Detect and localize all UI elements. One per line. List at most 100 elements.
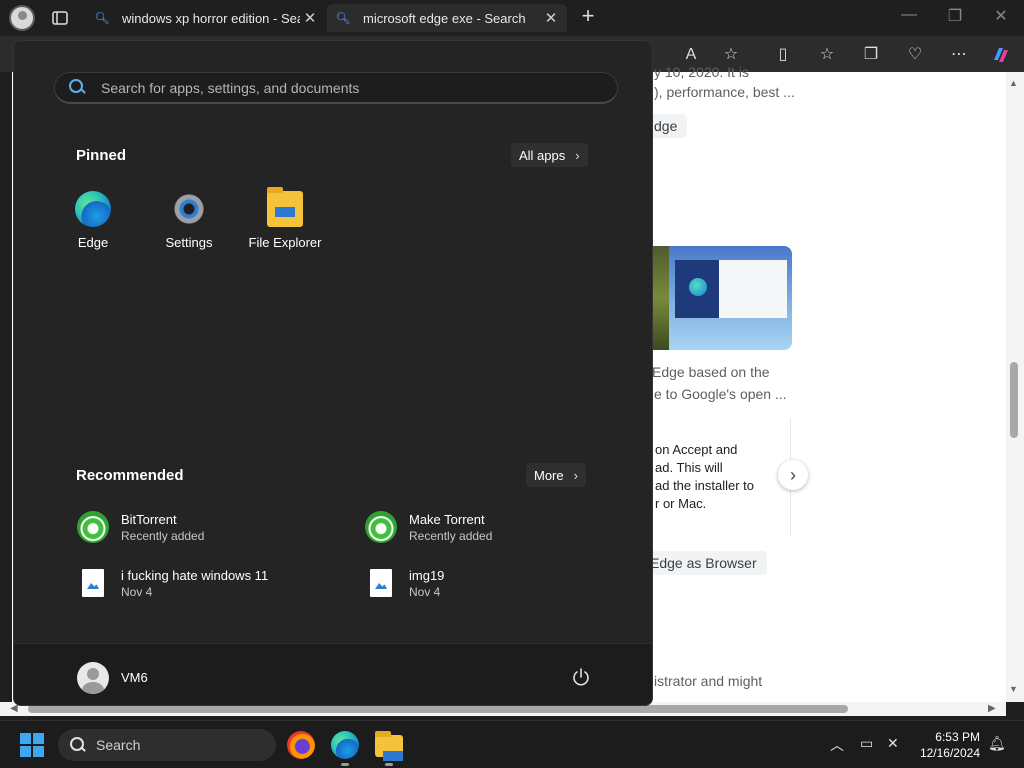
start-search-input[interactable]: Search for apps, settings, and documents: [54, 72, 618, 104]
user-avatar[interactable]: [77, 662, 109, 694]
search-icon: [70, 737, 86, 753]
browser-tab-bar: 🔍︎ windows xp horror edition - Search ✕ …: [0, 0, 1024, 36]
profile-avatar-icon[interactable]: [9, 5, 35, 31]
more-options-icon[interactable]: ⋯: [948, 44, 970, 66]
edge-icon: [331, 731, 359, 759]
pinned-app-label: Settings: [165, 235, 213, 250]
edge-installer-thumbnail[interactable]: [669, 246, 792, 350]
split-screen-icon[interactable]: ▯: [772, 44, 794, 66]
windows-start-icon[interactable]: [20, 733, 44, 757]
page-text: on Accept and: [655, 442, 738, 457]
pinned-title: Pinned: [76, 147, 127, 164]
recommended-item-image-file[interactable]: i fucking hate windows 11 Nov 4: [77, 563, 268, 603]
taskbar-search-label: Search: [96, 737, 141, 753]
pinned-app-file-explorer[interactable]: File Explorer: [240, 187, 330, 250]
search-icon: [69, 78, 87, 97]
page-text: ), performance, best ...: [654, 84, 795, 100]
volume-muted-icon[interactable]: ✕: [887, 735, 899, 752]
page-text: ad. This will: [655, 460, 723, 475]
recommended-subtitle: Recently added: [409, 528, 493, 543]
image-file-icon: [370, 569, 392, 597]
recommended-name: img19: [409, 567, 445, 583]
minimize-button[interactable]: —: [897, 6, 921, 24]
tab-actions-icon[interactable]: [50, 8, 70, 28]
folder-icon: [375, 731, 403, 761]
notifications-bell-icon[interactable]: 🔔︎: [988, 735, 1006, 752]
network-icon[interactable]: ▭: [860, 735, 873, 752]
recommended-item-make-torrent[interactable]: Make Torrent Recently added: [365, 507, 492, 547]
pinned-app-settings[interactable]: Settings: [144, 191, 234, 250]
favorites-icon[interactable]: ☆: [816, 44, 838, 66]
new-tab-button[interactable]: +: [576, 4, 600, 30]
result-card[interactable]: [653, 418, 791, 536]
close-window-button[interactable]: ✕: [989, 6, 1013, 26]
recommended-name: BitTorrent: [121, 511, 177, 527]
browser-essentials-icon[interactable]: ♡: [904, 44, 926, 66]
related-search-chip[interactable]: Edge as Browser: [640, 551, 767, 575]
taskbar: Search ︿ ▭ ✕ 6:53 PM 12/16/2024 🔔︎: [0, 720, 1024, 768]
page-text: istrator and might: [654, 673, 763, 689]
taskbar-clock[interactable]: 6:53 PM 12/16/2024: [914, 729, 980, 761]
start-menu: Search for apps, settings, and documents…: [13, 40, 653, 706]
page-text: Edge based on the: [652, 364, 770, 380]
recommended-item-bittorrent[interactable]: BitTorrent Recently added: [77, 507, 204, 547]
bittorrent-icon: [365, 511, 397, 543]
scrollbar-thumb[interactable]: [28, 705, 848, 713]
start-menu-footer: VM6: [14, 643, 652, 705]
running-indicator: [341, 763, 349, 766]
recommended-name: Make Torrent: [409, 511, 485, 527]
page-text: r or Mac.: [655, 496, 707, 511]
result-image-thumbnail[interactable]: [653, 246, 669, 350]
tab-label: windows xp horror edition - Search: [122, 10, 300, 26]
vertical-scrollbar[interactable]: ▲ ▼: [1006, 72, 1024, 702]
all-apps-label: All apps: [519, 147, 566, 163]
power-icon[interactable]: [570, 666, 592, 688]
bittorrent-icon: [77, 511, 109, 543]
taskbar-search-box[interactable]: Search: [58, 729, 276, 761]
tab-windows-xp-horror[interactable]: 🔍︎ windows xp horror edition - Search ✕: [86, 4, 326, 32]
pinned-app-label: Edge: [77, 235, 109, 250]
search-icon: 🔍︎: [335, 11, 351, 25]
clock-time: 6:53 PM: [935, 730, 980, 744]
tab-microsoft-edge-exe[interactable]: 🔍︎ microsoft edge exe - Search ✕: [327, 4, 567, 32]
show-hidden-icons-chevron-up-icon[interactable]: ︿: [830, 735, 844, 755]
user-name[interactable]: VM6: [121, 670, 148, 685]
page-left-edge: [0, 72, 12, 702]
firefox-icon[interactable]: [287, 731, 315, 759]
scroll-right-icon[interactable]: ▶: [988, 703, 996, 714]
file-explorer-taskbar-button[interactable]: [375, 731, 403, 766]
pinned-app-edge[interactable]: Edge: [48, 191, 138, 250]
recommended-subtitle: Recently added: [121, 528, 205, 543]
restore-button[interactable]: ❐: [943, 6, 967, 26]
close-tab-icon[interactable]: ✕: [541, 9, 561, 27]
copilot-icon[interactable]: [990, 44, 1012, 66]
read-aloud-icon[interactable]: A: [680, 44, 702, 66]
more-label: More: [534, 467, 564, 483]
running-indicator: [385, 763, 393, 766]
scroll-up-icon[interactable]: ▲: [1009, 78, 1018, 88]
edge-icon: [75, 191, 111, 227]
more-button[interactable]: More ›: [526, 463, 586, 487]
chevron-right-icon: ›: [573, 467, 578, 483]
carousel-next-button[interactable]: ›: [778, 460, 808, 490]
recommended-title: Recommended: [76, 467, 184, 484]
settings-gear-icon: [171, 191, 207, 227]
scroll-down-icon[interactable]: ▼: [1009, 684, 1018, 694]
recommended-subtitle: Nov 4: [121, 584, 153, 599]
tab-label: microsoft edge exe - Search: [363, 10, 526, 26]
chevron-right-icon: ›: [575, 147, 580, 163]
recommended-name: i fucking hate windows 11: [121, 567, 269, 583]
image-file-icon: [82, 569, 104, 597]
page-text: y 10, 2020. It is: [654, 64, 749, 80]
page-text: e to Google's open ...: [654, 386, 787, 402]
recommended-subtitle: Nov 4: [409, 584, 441, 599]
recommended-item-img19[interactable]: img19 Nov 4: [365, 563, 444, 603]
collections-icon[interactable]: ❐: [860, 44, 882, 66]
close-tab-icon[interactable]: ✕: [300, 9, 320, 27]
all-apps-button[interactable]: All apps ›: [511, 143, 588, 167]
page-text: ad the installer to: [655, 478, 755, 493]
edge-taskbar-button[interactable]: [331, 731, 359, 766]
scrollbar-thumb[interactable]: [1010, 362, 1018, 438]
favorite-star-icon[interactable]: ☆: [720, 44, 742, 66]
search-icon: 🔍︎: [94, 11, 110, 25]
